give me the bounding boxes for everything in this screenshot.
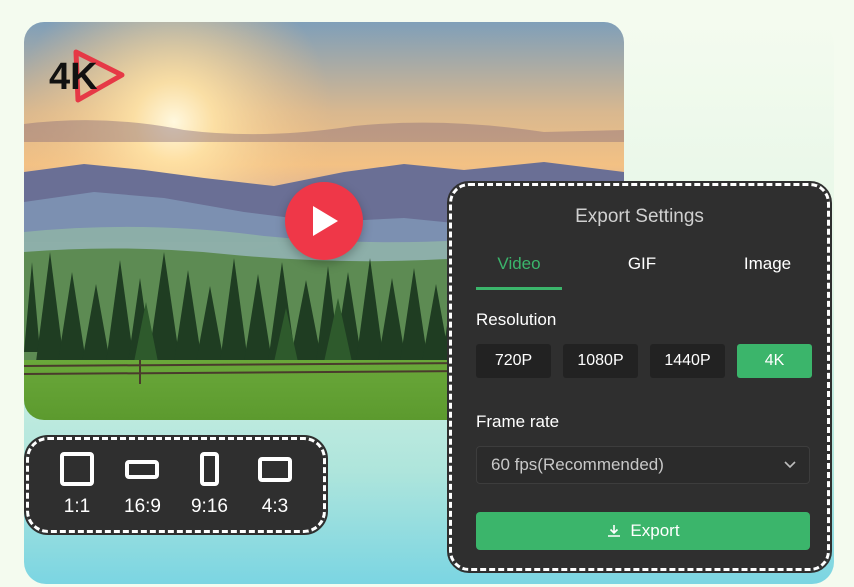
resolution-label: Resolution xyxy=(476,310,557,329)
play-icon xyxy=(313,206,338,236)
export-label: Export xyxy=(630,521,680,540)
resolution-options: 720P 1080P 1440P 4K xyxy=(476,344,812,378)
resolution-1080p-button[interactable]: 1080P xyxy=(563,344,638,378)
square-icon xyxy=(60,452,94,486)
portrait-icon xyxy=(199,452,219,486)
ratio-label: 16:9 xyxy=(124,496,161,517)
landscape-icon xyxy=(125,459,160,479)
resolution-720p-button[interactable]: 720P xyxy=(476,344,551,378)
download-icon xyxy=(608,525,621,537)
export-settings-panel: Export Settings Video GIF Image Resoluti… xyxy=(447,181,832,573)
frame-rate-select[interactable]: 60 fps(Recommended) xyxy=(476,446,810,484)
panel-title: Export Settings xyxy=(575,206,704,227)
brand-logo: 4K xyxy=(24,22,134,112)
ratio-label: 4:3 xyxy=(261,496,289,517)
ratio-label: 9:16 xyxy=(190,496,228,517)
resolution-4k-button[interactable]: 4K xyxy=(737,344,812,378)
resolution-1440p-button[interactable]: 1440P xyxy=(650,344,725,378)
frame-rate-value: 60 fps(Recommended) xyxy=(491,455,664,474)
export-tabs: Video GIF Image xyxy=(476,250,813,290)
logo-text: 4K xyxy=(49,56,98,98)
frame-rate-label: Frame rate xyxy=(476,412,560,431)
tab-gif[interactable]: GIF xyxy=(562,250,722,290)
tab-video[interactable]: Video xyxy=(476,250,562,290)
standard-icon xyxy=(257,456,292,482)
tab-image[interactable]: Image xyxy=(722,250,813,290)
ratio-option-9-16[interactable]: 9:16 xyxy=(191,448,228,518)
ratio-option-1-1[interactable]: 1:1 xyxy=(60,448,94,518)
export-button[interactable]: Export xyxy=(476,512,810,550)
ratio-label: 1:1 xyxy=(63,496,91,517)
ratio-option-4-3[interactable]: 4:3 xyxy=(257,448,292,518)
chevron-down-icon xyxy=(784,461,796,469)
ratio-option-16-9[interactable]: 16:9 xyxy=(124,448,161,518)
aspect-ratio-panel: 1:1 16:9 9:16 4:3 xyxy=(24,435,328,535)
play-button[interactable] xyxy=(285,182,363,260)
